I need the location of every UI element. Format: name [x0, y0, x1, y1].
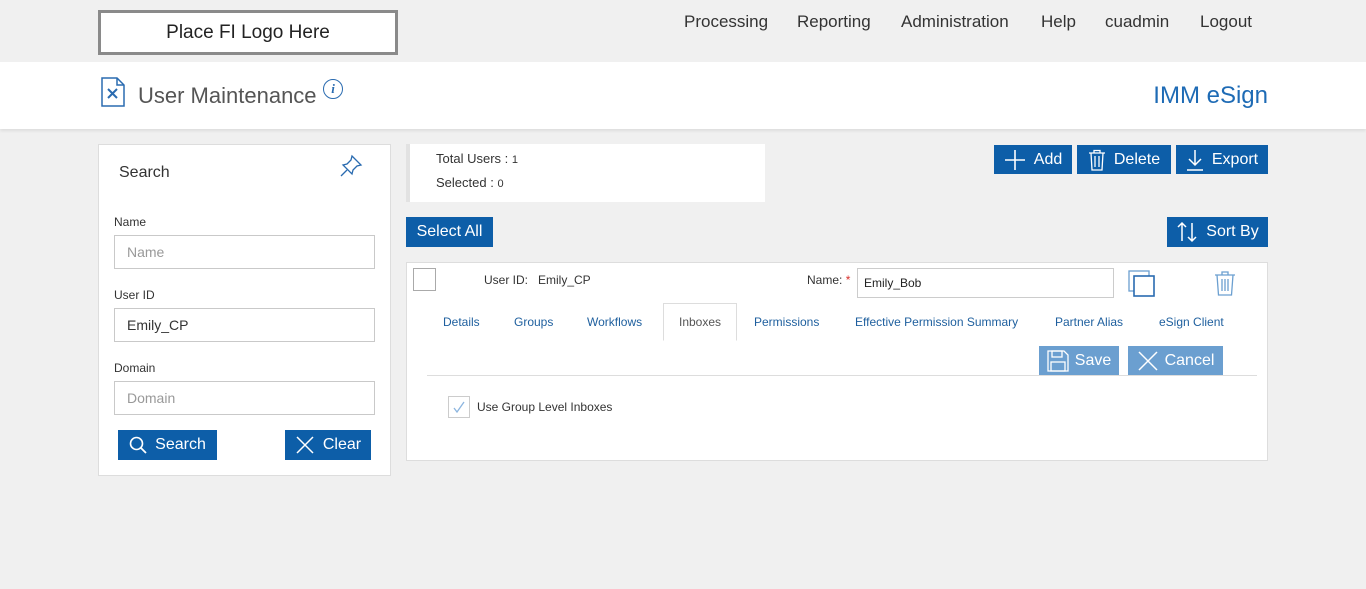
nav-administration[interactable]: Administration: [901, 12, 1009, 32]
export-button-label: Export: [1211, 150, 1259, 168]
download-icon: [1186, 149, 1203, 171]
nav-user-account[interactable]: cuadmin: [1105, 12, 1169, 32]
save-button[interactable]: Save: [1039, 346, 1119, 376]
sort-icon: [1177, 221, 1197, 243]
tab-content-divider: [427, 375, 1257, 376]
plus-icon: [1004, 149, 1025, 170]
tab-groups[interactable]: Groups: [514, 303, 553, 341]
nav-help[interactable]: Help: [1041, 12, 1076, 32]
userid-input[interactable]: [114, 308, 375, 342]
tab-details[interactable]: Details: [443, 303, 480, 341]
search-button-label: Search: [155, 436, 206, 453]
top-navigation-bar: Place FI Logo Here Processing Reporting …: [0, 0, 1366, 62]
copy-icon[interactable]: [1128, 270, 1156, 298]
user-tabs: Details Groups Workflows Inboxes Permiss…: [407, 303, 1267, 341]
info-icon[interactable]: i: [323, 79, 343, 99]
required-mark: *: [845, 273, 851, 287]
user-select-checkbox[interactable]: [413, 268, 436, 291]
cancel-button[interactable]: Cancel: [1128, 346, 1223, 376]
tab-partner-alias[interactable]: Partner Alias: [1055, 303, 1123, 341]
total-users-label: Total Users :: [436, 151, 509, 166]
use-group-level-inboxes-checkbox[interactable]: [448, 396, 470, 418]
tab-permissions[interactable]: Permissions: [754, 303, 819, 341]
use-group-level-inboxes-label: Use Group Level Inboxes: [477, 400, 613, 414]
domain-input[interactable]: [114, 381, 375, 415]
clear-button[interactable]: Clear: [285, 430, 371, 460]
selected-users-value: 0: [497, 178, 504, 190]
checkmark-icon: [453, 401, 465, 414]
clear-button-label: Clear: [322, 436, 362, 453]
selected-users: Selected : 0: [436, 175, 504, 190]
name-label: Name: *: [807, 273, 850, 287]
select-all-button[interactable]: Select All: [406, 217, 493, 247]
user-id-value: Emily_CP: [538, 273, 591, 287]
export-button[interactable]: Export: [1176, 145, 1268, 174]
tab-esign-client[interactable]: eSign Client: [1159, 303, 1224, 341]
total-users-value: 1: [511, 154, 518, 166]
name-label-text: Name:: [807, 273, 843, 287]
nav-processing[interactable]: Processing: [684, 12, 768, 32]
page-title: User Maintenance: [138, 83, 317, 108]
delete-button[interactable]: Delete: [1077, 145, 1171, 174]
logo-placeholder: Place FI Logo Here: [98, 10, 398, 55]
user-stats-panel: Total Users : 1 Selected : 0: [406, 144, 765, 202]
total-users: Total Users : 1: [436, 151, 518, 166]
page-header: User Maintenance i IMM eSign: [0, 62, 1366, 129]
user-record-card: User ID: Emily_CP Name: * Details Groups…: [406, 262, 1268, 461]
search-panel: Search Name User ID Domain Search Clear: [98, 144, 391, 476]
user-id-label: User ID:: [484, 273, 529, 287]
delete-button-label: Delete: [1113, 150, 1161, 168]
tab-effective-permission-summary[interactable]: Effective Permission Summary: [855, 303, 1018, 341]
selected-users-label: Selected :: [436, 175, 494, 190]
userid-label: User ID: [114, 288, 155, 302]
select-all-label: Select All: [416, 223, 483, 240]
name-label: Name: [114, 215, 147, 229]
domain-label: Domain: [114, 361, 156, 375]
nav-logout[interactable]: Logout: [1200, 12, 1252, 32]
cancel-button-label: Cancel: [1164, 352, 1215, 369]
trash-icon[interactable]: [1214, 270, 1236, 296]
sort-by-label: Sort By: [1206, 223, 1259, 240]
search-button[interactable]: Search: [118, 430, 217, 460]
add-button-label: Add: [1033, 150, 1063, 168]
search-panel-title: Search: [119, 164, 170, 181]
name-input[interactable]: [114, 235, 375, 269]
tab-workflows[interactable]: Workflows: [587, 303, 642, 341]
close-icon: [1138, 351, 1158, 371]
user-name-input[interactable]: [857, 268, 1114, 298]
search-icon: [129, 436, 147, 454]
add-button[interactable]: Add: [994, 145, 1072, 174]
trash-icon: [1088, 149, 1105, 171]
save-button-label: Save: [1074, 352, 1112, 369]
tab-inboxes[interactable]: Inboxes: [663, 303, 737, 341]
pin-icon[interactable]: [338, 153, 364, 179]
nav-reporting[interactable]: Reporting: [797, 12, 871, 32]
floppy-disk-icon: [1047, 350, 1069, 372]
document-tools-icon: [101, 77, 125, 107]
brand-title: IMM eSign: [1153, 82, 1268, 109]
sort-by-button[interactable]: Sort By: [1167, 217, 1268, 247]
close-icon: [296, 436, 314, 454]
